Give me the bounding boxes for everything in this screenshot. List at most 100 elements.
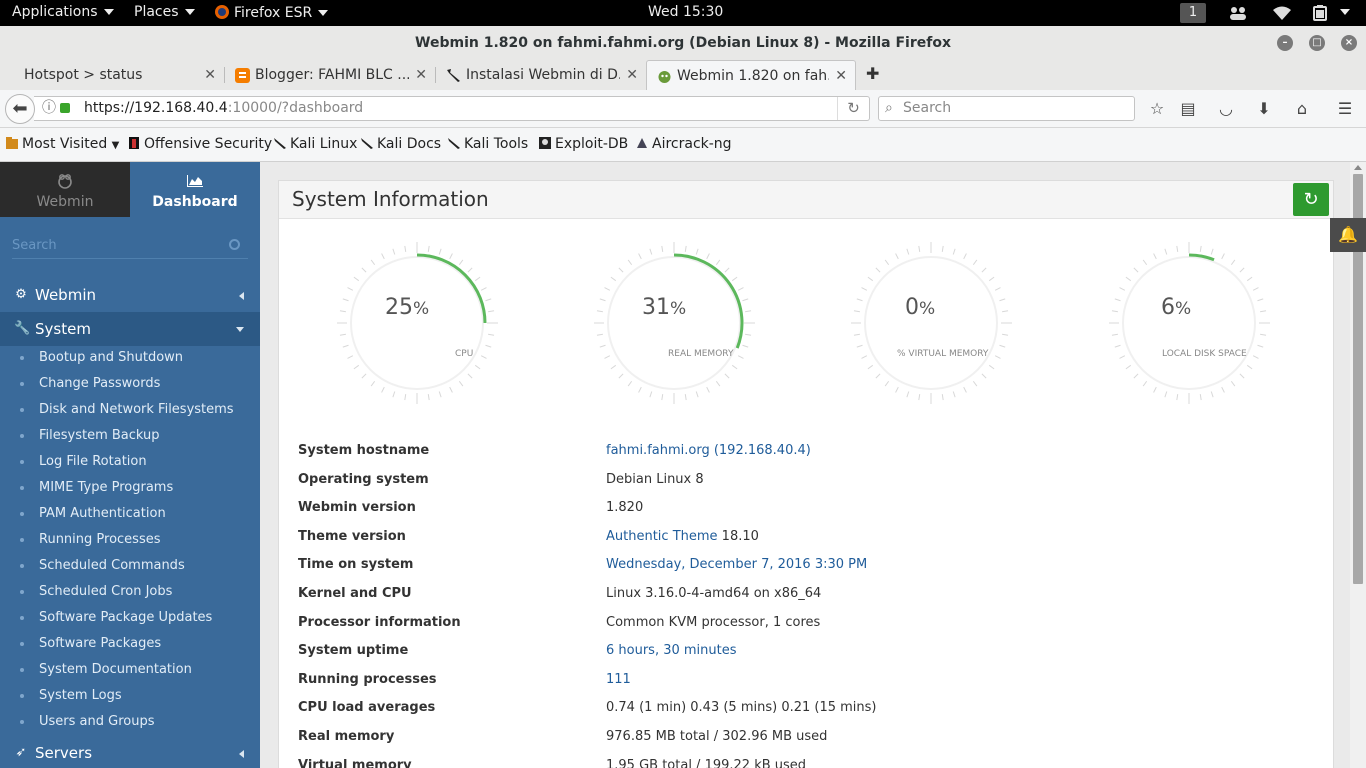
gauge-tick: [480, 355, 487, 359]
processes-link[interactable]: 111: [606, 672, 631, 687]
exploitdb-icon: [539, 137, 551, 149]
gauge-tick: [737, 287, 744, 291]
info-value: 976.85 MB total / 302.96 MB used: [606, 728, 828, 744]
sidebar-item-pam-authentication[interactable]: PAM Authentication: [0, 501, 260, 527]
info-key: System uptime: [298, 643, 409, 659]
close-tab-icon[interactable]: ✕: [415, 60, 427, 90]
search-input[interactable]: ⌕ Search: [878, 96, 1135, 121]
uptime-link[interactable]: 6 hours, 30 minutes: [606, 643, 737, 658]
hostname-link[interactable]: fahmi.fahmi.org (192.168.40.4): [606, 443, 811, 458]
places-menu[interactable]: Places: [134, 4, 195, 20]
close-tab-icon[interactable]: ✕: [626, 60, 638, 90]
pocket-icon[interactable]: ◡: [1215, 98, 1237, 120]
sidebar-item-system-documentation[interactable]: System Documentation: [0, 657, 260, 683]
search-placeholder: Search: [903, 100, 952, 116]
minimize-button[interactable]: –: [1277, 35, 1293, 51]
info-row-load: CPU load averages 0.74 (1 min) 0.43 (5 mi…: [298, 694, 1298, 723]
sidebar-item-mime-type-programs[interactable]: MIME Type Programs: [0, 475, 260, 501]
page-scrollbar[interactable]: [1350, 162, 1366, 768]
gauge-tick: [1221, 253, 1225, 260]
gauge-tick: [856, 298, 863, 302]
gauge-tick: [1257, 298, 1264, 302]
bookmark-exploit-db[interactable]: Exploit-DB: [538, 136, 628, 152]
gauge-tick: [1230, 380, 1236, 387]
gauge-tick: [370, 259, 376, 266]
bookmark-aircrack-ng[interactable]: Aircrack-ng: [635, 136, 732, 152]
gauge-tick: [610, 364, 617, 370]
close-tab-icon[interactable]: ✕: [835, 61, 847, 90]
tab-hotspot[interactable]: Hotspot > status ✕: [0, 60, 224, 90]
refresh-button[interactable]: ↻: [1293, 183, 1329, 216]
bookmark-kali-tools[interactable]: Kali Tools: [447, 136, 528, 152]
info-icon[interactable]: ⓘ: [42, 97, 56, 120]
gauge-tick: [918, 245, 921, 252]
tab-webmin-modules[interactable]: Webmin: [0, 162, 130, 217]
scroll-up-icon[interactable]: [1354, 165, 1362, 170]
wrench-icon: 🔧: [14, 321, 31, 336]
reading-list-icon[interactable]: ▤: [1177, 98, 1199, 120]
sidebar-item-bootup-shutdown[interactable]: Bootup and Shutdown: [0, 345, 260, 371]
sidebar-item-scheduled-cron-jobs[interactable]: Scheduled Cron Jobs: [0, 579, 260, 605]
applications-menu[interactable]: Applications: [12, 4, 114, 20]
gauge-number: 0: [905, 295, 919, 320]
info-row-uptime: System uptime 6 hours, 30 minutes: [298, 637, 1298, 666]
navigation-bar: ⓘ https://192.168.40.4:10000/?dashboard …: [0, 90, 1366, 128]
chevron-down-icon: [236, 327, 244, 332]
home-icon[interactable]: ⌂: [1291, 98, 1313, 120]
back-button[interactable]: ⬅: [5, 94, 35, 124]
system-menu-chevron-icon[interactable]: [1340, 9, 1350, 15]
sidebar-category-system[interactable]: 🔧 System: [0, 312, 260, 346]
sidebar-item-change-passwords[interactable]: Change Passwords: [0, 371, 260, 397]
disk-gauge-ring: [1109, 242, 1270, 404]
sidebar-item-software-package-updates[interactable]: Software Package Updates: [0, 605, 260, 631]
menu-icon[interactable]: ☰: [1334, 98, 1356, 120]
sidebar-item-users-groups[interactable]: Users and Groups: [0, 709, 260, 735]
download-icon[interactable]: ⬇: [1253, 98, 1275, 120]
bookmark-star-icon[interactable]: ☆: [1146, 98, 1168, 120]
clock[interactable]: Wed 15:30: [648, 4, 723, 20]
gauge-tick: [449, 253, 453, 260]
gauge-tick: [906, 248, 910, 255]
gauge-tick: [381, 386, 385, 393]
close-window-button[interactable]: ×: [1341, 35, 1357, 51]
reload-icon[interactable]: ↻: [837, 97, 869, 120]
bookmark-kali-linux[interactable]: Kali Linux: [273, 136, 357, 152]
rocket-icon: ➶: [15, 745, 27, 760]
wifi-icon[interactable]: [1272, 5, 1292, 21]
tab-blogger[interactable]: Blogger: FAHMI BLC ... ✕: [225, 60, 435, 90]
aircrack-icon: [637, 138, 647, 148]
maximize-button[interactable]: □: [1309, 35, 1325, 51]
firefox-app-menu[interactable]: Firefox ESR: [214, 4, 329, 21]
close-tab-icon[interactable]: ✕: [204, 60, 216, 90]
theme-link[interactable]: Authentic Theme: [606, 529, 718, 544]
sidebar-item-software-packages[interactable]: Software Packages: [0, 631, 260, 657]
time-link[interactable]: Wednesday, December 7, 2016 3:30 PM: [606, 557, 867, 572]
firefox-label: Firefox ESR: [234, 5, 313, 21]
battery-icon[interactable]: [1312, 4, 1334, 22]
bookmark-offensive-security[interactable]: Offensive Security: [127, 136, 272, 152]
sidebar-item-disk-network-filesystems[interactable]: Disk and Network Filesystems: [0, 397, 260, 423]
url-bar[interactable]: ⓘ https://192.168.40.4:10000/?dashboard …: [34, 96, 870, 121]
bookmark-kali-docs[interactable]: Kali Docs: [360, 136, 441, 152]
sidebar-category-servers[interactable]: ➶ Servers: [0, 736, 260, 768]
sidebar-category-webmin[interactable]: ⚙ Webmin: [0, 278, 260, 312]
sidebar-item-filesystem-backup[interactable]: Filesystem Backup: [0, 423, 260, 449]
gauge-tick: [1142, 259, 1148, 266]
tab-webmin[interactable]: Webmin 1.820 on fah... ✕: [646, 60, 856, 90]
notifications-button[interactable]: 🔔: [1330, 218, 1366, 252]
gauge-tick: [467, 373, 473, 379]
tab-dashboard[interactable]: Dashboard: [130, 162, 260, 217]
tab-instalasi-webmin[interactable]: Instalasi Webmin di D... ✕: [436, 60, 646, 90]
new-tab-button[interactable]: ✚: [866, 64, 879, 83]
sidebar-item-scheduled-commands[interactable]: Scheduled Commands: [0, 553, 260, 579]
sidebar-item-log-file-rotation[interactable]: Log File Rotation: [0, 449, 260, 475]
bookmark-most-visited[interactable]: Most Visited ▼: [5, 136, 119, 152]
sidebar-item-system-logs[interactable]: System Logs: [0, 683, 260, 709]
sidebar-search-input[interactable]: Search: [12, 233, 248, 259]
gauge-tick: [731, 276, 738, 282]
workspace-indicator[interactable]: 1: [1180, 3, 1206, 23]
gauge-tick: [1176, 245, 1179, 252]
people-icon[interactable]: [1228, 5, 1248, 21]
sidebar-item-running-processes[interactable]: Running Processes: [0, 527, 260, 553]
chevron-down-icon: ▼: [111, 140, 120, 151]
